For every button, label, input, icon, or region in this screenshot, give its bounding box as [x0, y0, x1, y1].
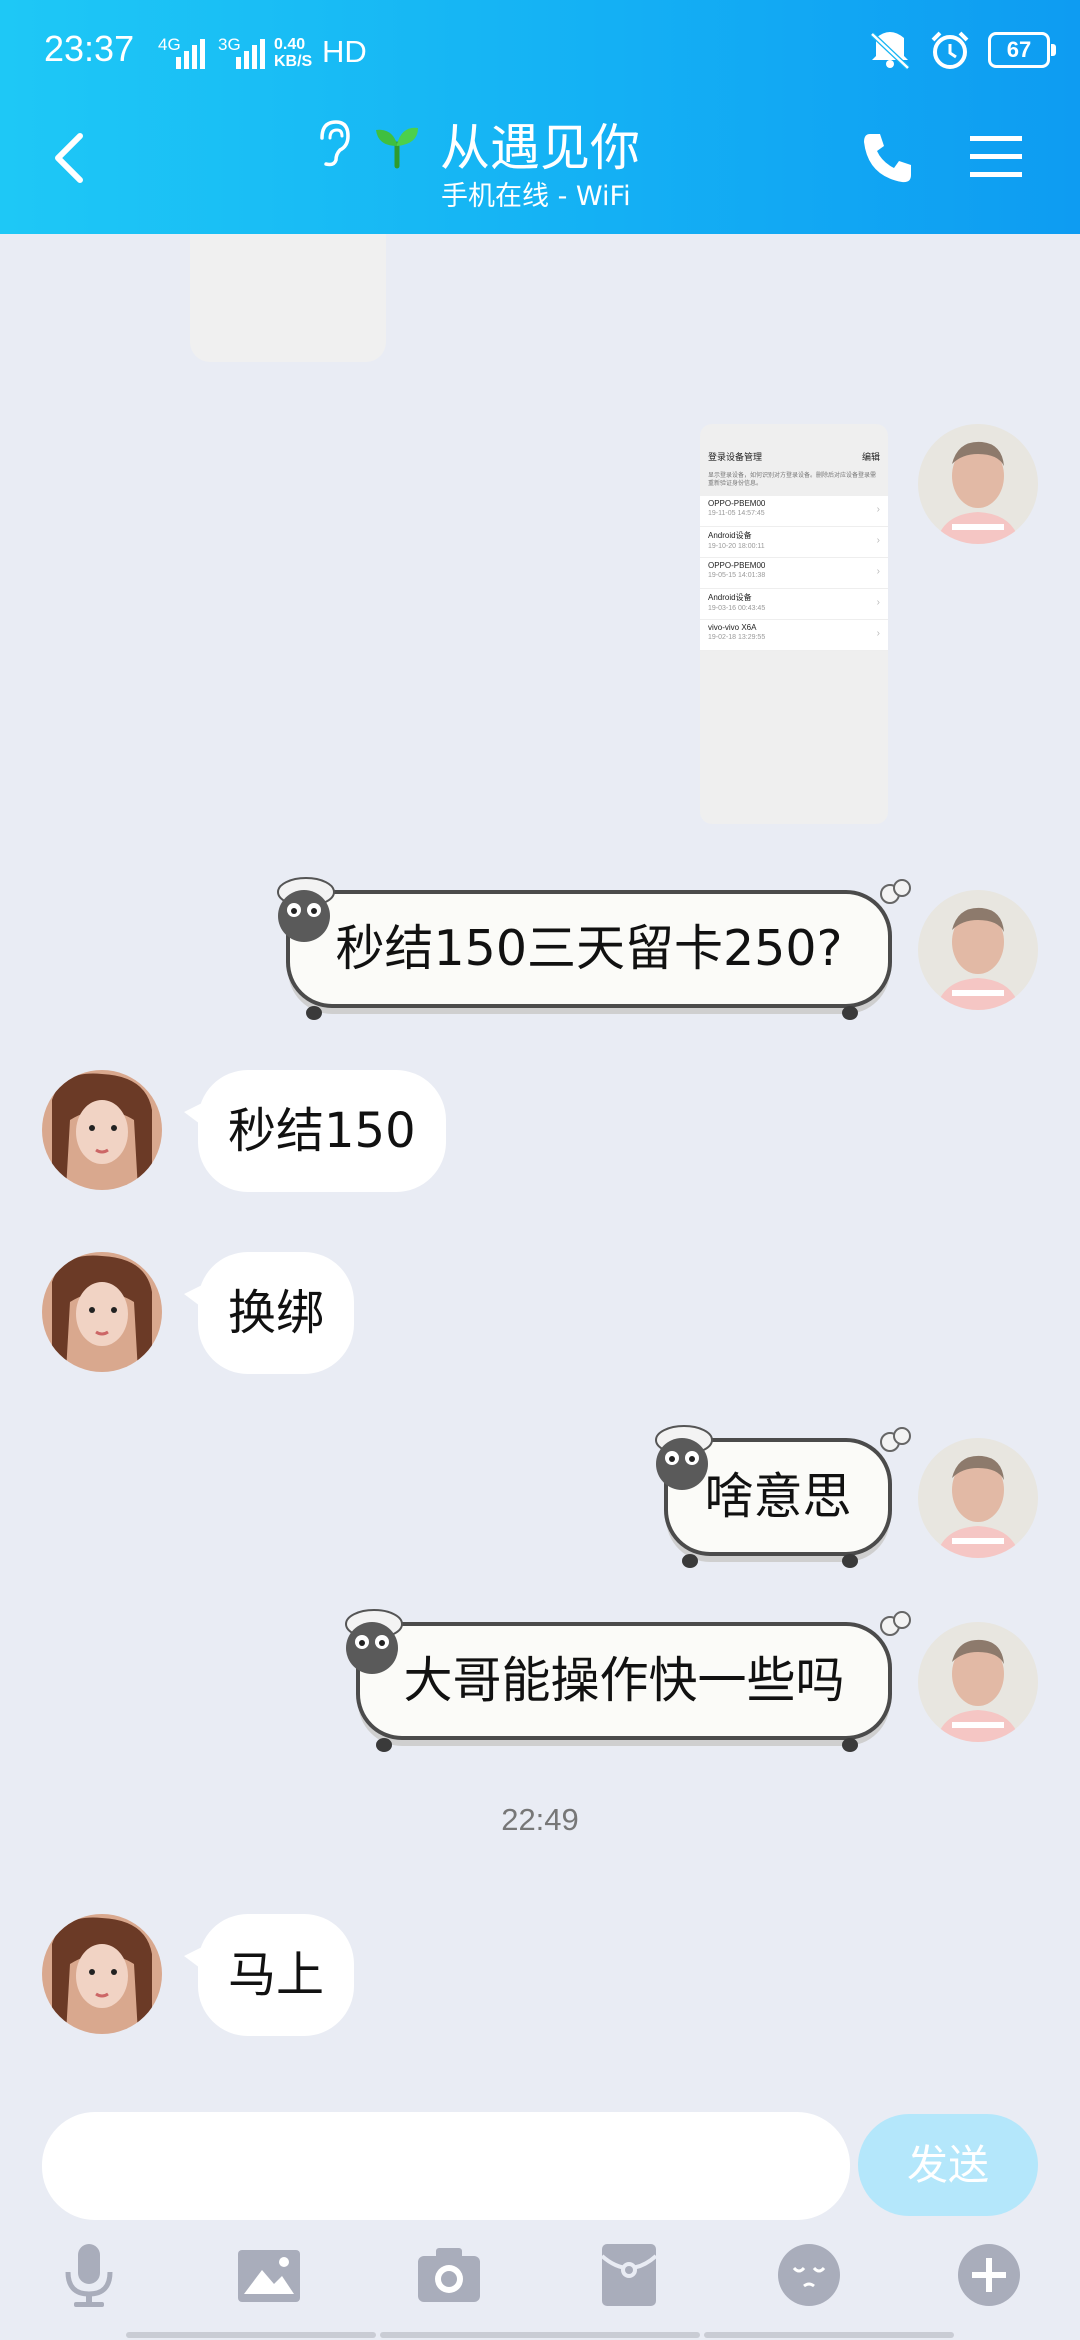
message-text: 啥意思	[704, 1468, 852, 1525]
sheep-foot	[376, 1738, 392, 1752]
network-speed: 0.40 KB/S	[274, 36, 312, 70]
voice-icon[interactable]	[54, 2240, 124, 2310]
sheep-foot	[306, 1006, 322, 1020]
red-packet-icon[interactable]	[594, 2240, 664, 2310]
message-bubble-received[interactable]: 秒结150	[184, 1070, 446, 1192]
mute-icon	[870, 32, 910, 70]
avatar-contact[interactable]	[42, 1914, 162, 2034]
screenshot-note: 显示登录设备，如何识别对方登录设备。删除后对应设备登录需重新验证身份信息。	[708, 473, 877, 487]
sheep-foot	[842, 1006, 858, 1020]
avatar-self[interactable]	[918, 424, 1038, 544]
image-icon[interactable]	[234, 2240, 304, 2310]
speed-value: 0.40	[274, 36, 306, 53]
message-bubble-received[interactable]: 换绑	[183, 1252, 355, 1374]
device-row: Android设备 19-03-16 00:43:45	[700, 589, 888, 620]
screenshot-statusbar	[700, 424, 888, 442]
plus-icon[interactable]	[954, 2240, 1024, 2310]
contact-name[interactable]: 从遇见你	[440, 108, 640, 180]
camera-icon[interactable]	[414, 2240, 484, 2310]
contact-status: 手机在线 - WiFi	[441, 181, 631, 212]
speed-unit: KB/S	[274, 53, 313, 70]
sprout-icon	[376, 127, 418, 169]
message-text: 换绑	[228, 1285, 325, 1341]
message-text: 秒结150	[228, 1103, 416, 1159]
device-name: Android设备	[708, 531, 752, 540]
chat-timestamp: 22:49	[501, 1802, 579, 1837]
sheep-tail-icon	[880, 1427, 911, 1452]
message-bubble-sent[interactable]: 大哥能操作快一些吗	[356, 1622, 892, 1740]
battery-indicator: 67	[988, 32, 1056, 68]
sheep-foot	[682, 1554, 698, 1568]
message-text: 马上	[228, 1947, 325, 2003]
device-time: 19-10-20 18:00:11	[708, 543, 765, 550]
device-row: vivo-vivo X6A 19-02-18 13:29:55	[700, 620, 888, 651]
message-bubble-sent[interactable]: 秒结150三天留卡250?	[286, 890, 892, 1008]
message-input[interactable]	[42, 2112, 850, 2220]
device-row: Android设备 19-10-20 18:00:11	[700, 527, 888, 558]
input-area: 发送	[0, 2100, 1080, 2340]
device-name: vivo-vivo X6A	[708, 623, 757, 632]
avatar-self[interactable]	[918, 890, 1038, 1010]
chat-message-list[interactable]: 登录设备管理 编辑 显示登录设备，如何识别对方登录设备。删除后对应设备登录需重新…	[0, 234, 1080, 2100]
device-row: OPPO-PBEM00 19-05-15 14:01:38	[700, 558, 888, 589]
nav-bar-segment	[126, 2332, 376, 2338]
hd-indicator: HD	[322, 34, 367, 69]
device-time: 19-02-18 13:29:55	[708, 634, 766, 641]
screenshot-topbar: 登录设备管理 编辑	[700, 442, 888, 470]
sheep-bubble-icon	[655, 1425, 713, 1490]
menu-button[interactable]	[968, 132, 1024, 182]
sheep-foot	[842, 1554, 858, 1568]
avatar-contact[interactable]	[42, 1252, 162, 1372]
sheep-tail-icon	[880, 879, 911, 904]
device-time: 19-11-05 14:57:45	[708, 510, 765, 517]
alarm-icon	[931, 31, 969, 69]
device-time: 19-03-16 00:43:45	[708, 605, 766, 612]
message-text: 秒结150三天留卡250?	[335, 920, 843, 977]
screenshot-image-message[interactable]: 登录设备管理 编辑 显示登录设备，如何识别对方登录设备。删除后对应设备登录需重新…	[700, 424, 888, 824]
send-button[interactable]: 发送	[858, 2114, 1038, 2216]
previous-image-message[interactable]	[190, 234, 386, 362]
avatar-self[interactable]	[918, 1438, 1038, 1558]
status-time: 23:37	[44, 28, 135, 69]
device-row: OPPO-PBEM00 19-11-05 14:57:45	[700, 496, 888, 527]
screenshot-action: 编辑	[861, 451, 880, 462]
screenshot-device-list: OPPO-PBEM00 19-11-05 14:57:45 Android设备 19…	[700, 496, 888, 651]
status-right: 67	[868, 30, 1056, 70]
message-bubble-received[interactable]: 马上	[183, 1914, 355, 2036]
message-text: 大哥能操作快一些吗	[403, 1652, 845, 1709]
device-name: OPPO-PBEM00	[708, 561, 766, 570]
screenshot-title: 登录设备管理	[708, 451, 763, 462]
nav-bar-segment	[380, 2332, 700, 2338]
signal-icon	[176, 39, 205, 69]
sheep-bubble-icon	[345, 1609, 403, 1674]
phone-call-button[interactable]	[858, 128, 918, 188]
device-name: OPPO-PBEM00	[708, 499, 766, 508]
sheep-foot	[842, 1738, 858, 1752]
device-name: Android设备	[708, 593, 752, 602]
ear-icon	[320, 120, 350, 167]
avatar-contact[interactable]	[42, 1070, 162, 1190]
chat-header: 23:37 4G 3G 0.40 KB/S HD 67 从遇见你 手机在线 -	[0, 0, 1080, 234]
avatar-self[interactable]	[918, 1622, 1038, 1742]
nav-bar-segment	[704, 2332, 954, 2338]
device-time: 19-05-15 14:01:38	[708, 572, 766, 579]
back-button[interactable]	[40, 120, 100, 200]
sheep-bubble-icon	[277, 877, 335, 942]
sheep-tail-icon	[880, 1611, 911, 1636]
input-toolbar	[0, 2240, 1080, 2320]
emoji-icon[interactable]	[774, 2240, 844, 2310]
signal-icon-2	[236, 39, 265, 69]
